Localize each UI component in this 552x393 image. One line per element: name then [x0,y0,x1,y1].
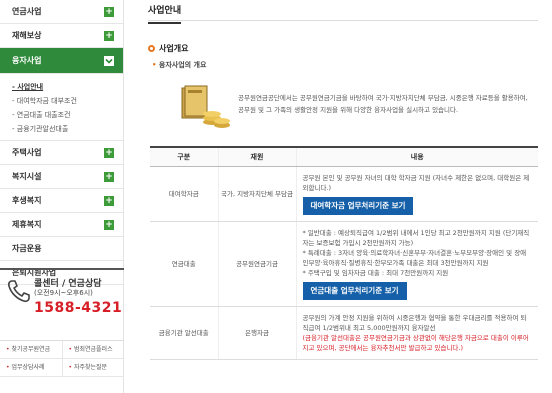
callcenter-hours: (오전9시~오후6시) [34,289,93,297]
phone-icon [7,280,30,303]
sidebar-item-label: 자금운용 [12,244,42,253]
sidebar-item-housing[interactable]: 주택사업 + [0,141,123,165]
table-header-row: 구분 재원 내용 [150,147,538,167]
column-header: 내용 [295,147,538,167]
row-source: 국가, 지방자치단체 부담금 [217,166,296,222]
sidebar-item-label: 연금사업 [12,7,42,16]
quick-link[interactable]: 범죄연금플러스 [61,341,125,358]
submenu-item-bank-loan[interactable]: - 금융기관알선대출 [12,122,123,136]
pension-loan-guideline-button[interactable]: 연금대출 업무처리기준 보기 [302,281,407,300]
plus-icon: + [104,147,114,158]
circle-bullet-icon [148,45,155,52]
sub-heading: 융자사업의 개요 [152,60,207,70]
sidebar-submenu: - 사업안내 - 대여학자금 대부조건 - 연금대출 대출조건 - 금융기관알선… [0,74,123,141]
sidebar-item-pension[interactable]: 연금사업 + [0,0,123,24]
section-title: 사업개요 [159,44,189,53]
row-content: * 일반대출 : 예상퇴직급여 1/2범위 내에서 1인당 최고 2천만원까지 … [295,221,538,307]
main-content: 사업안내 사업개요 융자사업의 개요 공무원연금공단에서는 공무원연금기금을 바… [148,0,546,393]
sidebar-item-label: 주택사업 [12,148,42,157]
plus-icon: + [104,171,114,182]
quick-links-row: 업무상담사례 자주찾는질문 [0,359,124,377]
plus-icon: + [104,219,114,230]
table-row: 연금대출 공무원연금기금 * 일반대출 : 예상퇴직급여 1/2범위 내에서 1… [150,221,538,307]
quick-link[interactable]: 자주찾는질문 [61,359,125,376]
quick-link[interactable]: 찾기공무원연금 [0,341,62,358]
sidebar-item-label: 융자사업 [12,56,42,65]
sidebar-item-welfare[interactable]: 후생복지 + [0,189,123,213]
content-note: (금융기관 알선대출은 공무원연금기금과 상관없이 해당은행 자금으로 대출이 … [302,333,529,352]
sidebar-item-welfare-facility[interactable]: 복지시설 + [0,165,123,189]
row-source: 은행자금 [217,306,296,360]
title-divider [148,20,538,21]
row-category: 대여학자금 [150,166,218,222]
column-header: 구분 [150,147,218,167]
row-source: 공무원연금기금 [217,221,296,307]
callcenter-box: 콜센터 / 연금상담 (오전9시~오후6시) 1588-4321 [0,268,124,338]
content-line: * 일반대출 : 예상퇴직급여 1/2범위 내에서 1인당 최고 2천만원까지 … [302,228,530,247]
content-line: * 특례대출 : 3자녀 양육·의료학자녀·신혼부부·자녀결혼·노부모부양·장애… [302,248,527,267]
intro-text: 공무원연금공단에서는 공무원연금기금을 바탕하여 국가·지방자치단체 부담금, … [238,94,528,114]
row-content: 공무원의 가계 안정 지원을 위하여 시중은행과 협약을 통한 우대금리를 적용… [295,306,538,360]
callcenter-number: 1588-4321 [34,300,123,316]
quick-links-row: 찾기공무원연금 범죄연금플러스 [0,341,124,359]
content-line: 공무원의 가계 안정 지원을 위하여 시중은행과 협약을 통한 우대금리를 적용… [302,313,527,332]
sidebar-item-loan[interactable]: 융자사업 [0,48,123,74]
sidebar-item-label: 복지시설 [12,172,42,181]
collapse-icon [104,55,114,66]
section-heading: 사업개요 [148,43,188,54]
page-title: 사업안내 [148,3,182,24]
chevron-down-icon [105,58,113,64]
quick-link[interactable]: 업무상담사례 [0,359,62,376]
plus-icon: + [104,195,114,206]
sidebar-item-disaster-comp[interactable]: 재해보상 + [0,24,123,48]
table-row: 대여학자금 국가, 지방자치단체 부담금 공무원 본인 및 공무원 자녀의 대학… [150,166,538,222]
sidebar-item-label: 제휴복지 [12,220,42,229]
sidebar-item-label: 재해보상 [12,31,42,40]
submenu-item-pension-loan[interactable]: - 연금대출 대출조건 [12,108,123,122]
sidebar: 연금사업 + 재해보상 + 융자사업 - 사업안내 - 대여학자금 대부조건 -… [0,0,124,393]
plus-icon: + [104,30,114,41]
submenu-item-overview[interactable]: - 사업안내 [12,80,123,94]
table-row: 금융기관 알선대출 은행자금 공무원의 가계 안정 지원을 위하여 시중은행과 … [150,306,538,360]
row-category: 금융기관 알선대출 [150,306,218,360]
column-header: 재원 [217,147,296,167]
content-line: * 주택구입 및 임차자금 대출 : 최대 7천만원까지 지원 [302,268,449,277]
row-content: 공무원 본인 및 공무원 자녀의 대학 학자금 지원 (자녀수 제한은 없으며,… [295,166,538,222]
content-line: 공무원 본인 및 공무원 자녀의 대학 학자금 지원 (자녀수 제한은 없으며,… [302,173,530,192]
sidebar-item-fund[interactable]: 자금운용 [0,237,123,261]
plus-icon: + [104,6,114,17]
loan-table: 구분 재원 내용 대여학자금 국가, 지방자치단체 부담금 공무원 본인 및 공… [150,146,538,360]
sidebar-item-label: 후생복지 [12,196,42,205]
tuition-guideline-button[interactable]: 대여학자금 업무처리기준 보기 [302,196,414,215]
money-book-icon [181,85,230,128]
submenu-item-tuition[interactable]: - 대여학자금 대부조건 [12,94,123,108]
sidebar-item-partner-welfare[interactable]: 제휴복지 + [0,213,123,237]
quick-links: 찾기공무원연금 범죄연금플러스 업무상담사례 자주찾는질문 [0,340,124,377]
row-category: 연금대출 [150,221,218,307]
